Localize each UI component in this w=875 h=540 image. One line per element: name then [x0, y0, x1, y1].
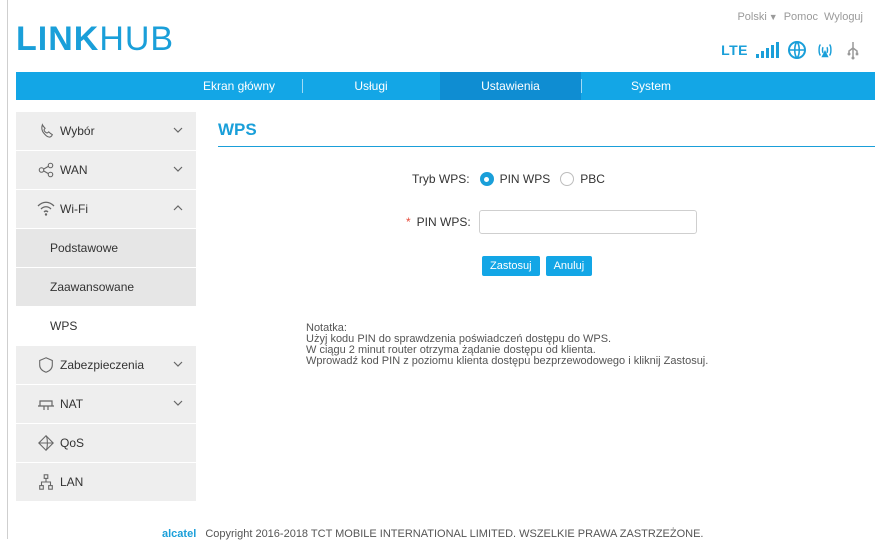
pin-input[interactable]	[478, 210, 697, 234]
wps-mode-pin-radio[interactable]: PIN WPS	[479, 172, 551, 186]
topbar: LINKHUB Polski ▼ Pomoc Wyloguj LTE	[0, 0, 875, 72]
tab-settings[interactable]: Ustawienia	[440, 72, 581, 100]
main-content: WPS	[218, 112, 875, 147]
chevron-down-icon	[173, 361, 183, 367]
footer-brand: alcatel	[162, 528, 197, 540]
main-nav: Ekran główny Usługi Ustawienia System	[16, 72, 875, 100]
sidebar-item-wybor[interactable]: Wybór	[16, 112, 196, 151]
wps-mode-pin-label: PIN WPS	[499, 172, 551, 186]
sidebar-subitem-label: Podstawowe	[50, 241, 119, 255]
signal-bar	[766, 48, 769, 58]
sidebar-item-qos[interactable]: QoS	[16, 424, 196, 463]
logo-light-text: HUB	[99, 20, 175, 58]
sidebar-item-label: Wybór	[60, 124, 95, 138]
title-divider	[218, 146, 875, 147]
form-actions: Zastosuj Anuluj	[482, 256, 593, 276]
sidebar-item-label: LAN	[60, 475, 84, 489]
language-selector[interactable]: Polski ▼	[737, 11, 777, 23]
network-type: LTE	[721, 42, 748, 58]
sidebar-item-label: NAT	[60, 397, 84, 411]
sidebar-subitem-advanced[interactable]: Zaawansowane	[16, 268, 196, 307]
radio-unselected-indicator	[560, 172, 575, 186]
phone-icon	[36, 121, 56, 141]
logo-bold-text: LINK	[16, 20, 100, 58]
sidebar-item-wan[interactable]: WAN	[16, 151, 196, 190]
footer-copyright: Copyright 2016-2018 TCT MOBILE INTERNATI…	[205, 528, 704, 540]
sidebar-subitem-label: WPS	[50, 319, 78, 333]
qos-icon	[36, 433, 56, 453]
wps-mode-pbc-radio[interactable]: PBC	[560, 172, 605, 186]
shield-icon	[36, 355, 56, 375]
footer: alcatel Copyright 2016-2018 TCT MOBILE I…	[162, 528, 704, 540]
required-asterisk: *	[406, 215, 411, 229]
signal-bar	[771, 45, 774, 58]
nat-icon	[36, 394, 56, 414]
sidebar-subitem-basic[interactable]: Podstawowe	[16, 229, 196, 268]
sidebar-item-nat[interactable]: NAT	[16, 385, 196, 424]
chevron-down-icon	[173, 166, 183, 172]
note-block: Notatka: Użyj kodu PIN do sprawdzenia po…	[306, 323, 708, 367]
usb-icon	[847, 42, 859, 60]
tab-system[interactable]: System	[581, 72, 721, 100]
logout-link[interactable]: Wyloguj	[824, 11, 863, 23]
brand-logo: LINKHUB	[16, 20, 174, 59]
wps-mode-row: Tryb WPS: PIN WPS PBC	[412, 172, 615, 186]
chevron-down-icon	[173, 400, 183, 406]
sidebar-item-label: Wi-Fi	[60, 202, 88, 216]
status-bar: LTE	[721, 40, 863, 60]
sidebar: Wybór WAN Wi-Fi Podstawowe Zaawansowane …	[16, 112, 196, 502]
lan-icon	[36, 472, 56, 492]
top-links: Polski ▼ Pomoc Wyloguj	[737, 11, 863, 23]
radio-selected-indicator	[479, 172, 494, 186]
wps-mode-pbc-label: PBC	[580, 172, 605, 186]
apply-button[interactable]: Zastosuj	[482, 256, 540, 276]
sidebar-item-security[interactable]: Zabezpieczenia	[16, 346, 196, 385]
pin-label: PIN WPS:	[416, 215, 471, 229]
cancel-button[interactable]: Anuluj	[545, 256, 593, 276]
page-title: WPS	[218, 120, 257, 139]
note-line: Wprowadź kod PIN z poziomu klienta dostę…	[306, 355, 709, 367]
globe-icon	[788, 41, 806, 59]
sidebar-item-label: Zabezpieczenia	[60, 358, 145, 372]
sidebar-subitem-label: Zaawansowane	[50, 280, 135, 294]
pin-row: * PIN WPS:	[406, 210, 697, 234]
signal-bar	[776, 42, 779, 58]
sidebar-item-label: WAN	[60, 163, 88, 177]
sidebar-subitem-wps[interactable]: WPS	[16, 307, 196, 346]
help-link[interactable]: Pomoc	[784, 11, 818, 23]
chevron-up-icon	[173, 205, 183, 211]
wps-mode-label: Tryb WPS:	[412, 172, 470, 186]
signal-bar	[756, 54, 759, 58]
network-icon	[36, 160, 56, 180]
sidebar-item-lan[interactable]: LAN	[16, 463, 196, 502]
signal-bar	[761, 51, 764, 58]
language-label: Polski	[737, 11, 767, 23]
sidebar-item-label: QoS	[60, 436, 85, 450]
chevron-down-icon	[173, 127, 183, 133]
wifi-broadcast-icon	[818, 44, 832, 58]
signal-bars-icon	[756, 42, 779, 58]
tab-services[interactable]: Usługi	[302, 72, 440, 100]
wifi-icon	[36, 199, 56, 219]
tab-home[interactable]: Ekran główny	[179, 72, 299, 100]
chevron-down-icon: ▼	[768, 12, 778, 22]
sidebar-item-wifi[interactable]: Wi-Fi	[16, 190, 196, 229]
